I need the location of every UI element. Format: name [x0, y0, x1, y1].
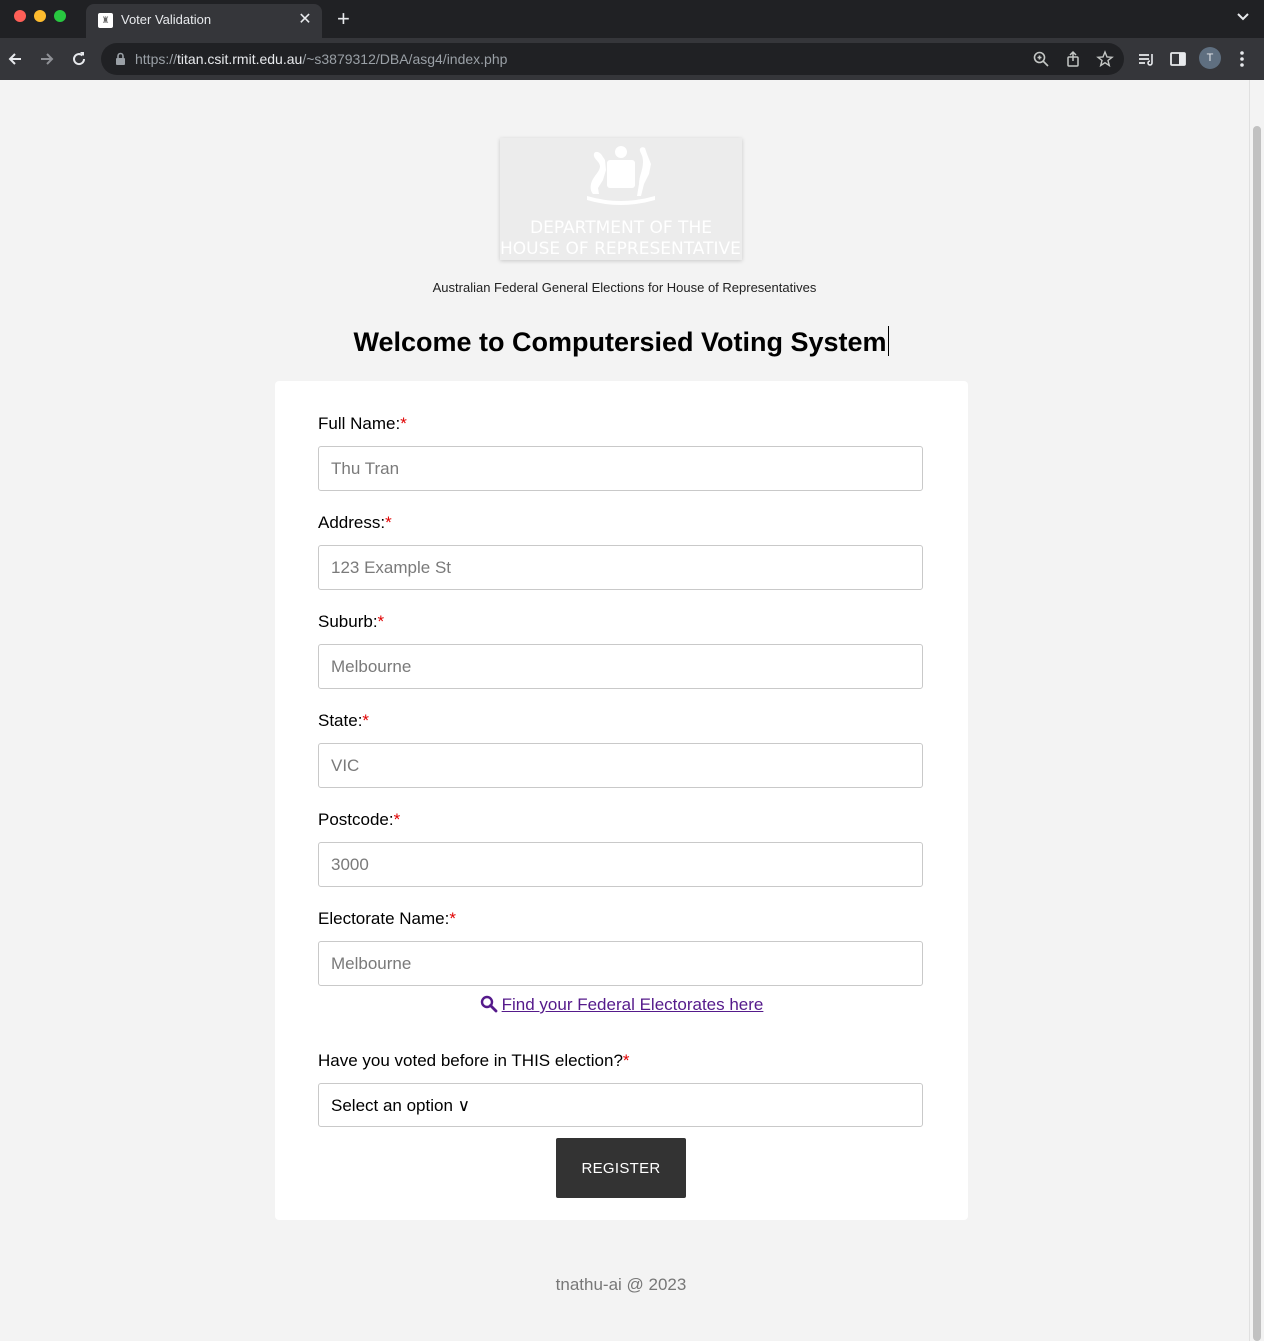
new-tab-button[interactable]: + — [337, 6, 350, 32]
search-icon — [480, 995, 498, 1013]
tab-search-icon[interactable] — [1236, 10, 1250, 29]
share-icon[interactable] — [1064, 50, 1082, 68]
state-input[interactable] — [318, 743, 923, 788]
favicon-icon: ♜ — [98, 13, 113, 28]
browser-tab-bar: ♜ Voter Validation ✕ + — [0, 0, 1264, 38]
tab-close-button[interactable]: ✕ — [296, 9, 314, 29]
forward-button[interactable] — [37, 49, 57, 69]
find-electorates-link[interactable]: Find your Federal Electorates here — [275, 995, 968, 1015]
logo-line-1: DEPARTMENT OF THE — [530, 218, 712, 238]
register-button[interactable]: REGISTER — [556, 1138, 686, 1198]
postcode-input[interactable] — [318, 842, 923, 887]
full-name-label: Full Name:* — [318, 414, 407, 433]
voter-form-card: Full Name:* Address:* Suburb:* State:* P… — [275, 381, 968, 1220]
voted-before-select[interactable]: Select an option ∨ — [318, 1083, 923, 1127]
full-name-input[interactable] — [318, 446, 923, 491]
suburb-label: Suburb:* — [318, 612, 385, 631]
suburb-input[interactable] — [318, 644, 923, 689]
bookmark-star-icon[interactable] — [1096, 50, 1114, 68]
postcode-label: Postcode:* — [318, 810, 401, 829]
address-bar[interactable]: https://titan.csit.rmit.edu.au/~s3879312… — [101, 43, 1124, 75]
minimize-window-button[interactable] — [34, 10, 46, 22]
electorate-name-input[interactable] — [318, 941, 923, 986]
page-subtitle: Australian Federal General Elections for… — [432, 280, 817, 295]
close-window-button[interactable] — [14, 10, 26, 22]
url-text: https://titan.csit.rmit.edu.au/~s3879312… — [135, 51, 508, 67]
browser-toolbar: https://titan.csit.rmit.edu.au/~s3879312… — [0, 38, 1264, 80]
text-cursor — [887, 326, 889, 356]
maximize-window-button[interactable] — [54, 10, 66, 22]
profile-avatar[interactable]: T — [1199, 47, 1221, 69]
department-logo: DEPARTMENT OF THE HOUSE OF REPRESENTATIV… — [500, 138, 742, 260]
lock-icon[interactable] — [115, 52, 126, 71]
address-label: Address:* — [318, 513, 392, 532]
logo-line-2: HOUSE OF REPRESENTATIVES — [500, 239, 742, 259]
reading-list-icon[interactable] — [1136, 49, 1156, 69]
zoom-icon[interactable] — [1032, 50, 1050, 68]
coat-of-arms-icon — [587, 146, 655, 205]
page-title: Welcome to Computersied Voting System — [353, 326, 889, 357]
state-label: State:* — [318, 711, 370, 730]
browser-tab[interactable]: ♜ Voter Validation ✕ — [86, 4, 322, 38]
more-menu-icon[interactable] — [1236, 48, 1248, 70]
voted-before-label: Have you voted before in THIS election?* — [318, 1051, 630, 1070]
electorate-name-label: Electorate Name:* — [318, 909, 456, 928]
side-panel-icon[interactable] — [1168, 49, 1188, 69]
address-input[interactable] — [318, 545, 923, 590]
tab-title: Voter Validation — [121, 12, 212, 27]
reload-button[interactable] — [69, 49, 89, 69]
back-button[interactable] — [5, 49, 25, 69]
page-footer: tnathu-ai @ 2023 — [555, 1275, 687, 1294]
scrollbar-thumb[interactable] — [1253, 126, 1261, 1341]
